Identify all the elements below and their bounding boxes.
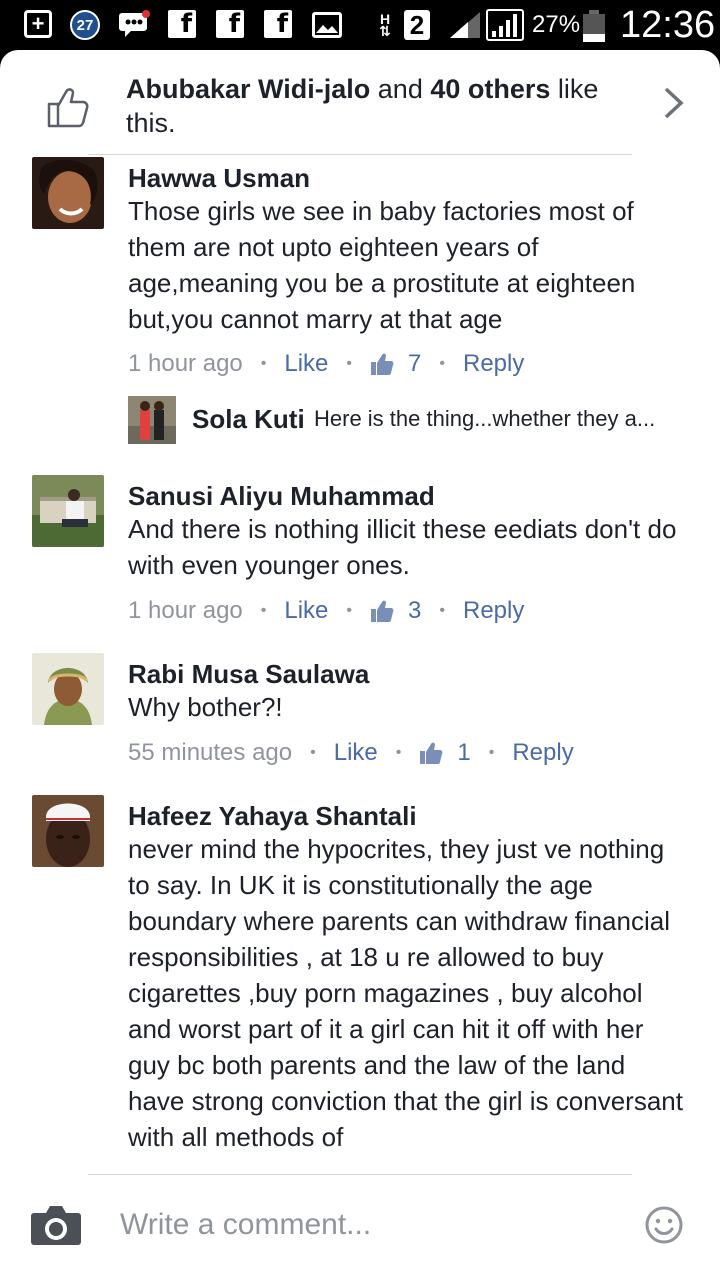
comment-author[interactable]: Hawwa Usman — [128, 162, 310, 194]
likes-summary[interactable]: Abubakar Widi-jalo and 40 others like th… — [0, 50, 720, 156]
others-count[interactable]: 40 others — [430, 74, 550, 104]
clock: 12:36 — [620, 3, 716, 46]
avatar[interactable] — [128, 396, 176, 444]
comment-author[interactable]: Rabi Musa Saulawa — [128, 658, 369, 690]
liker-name[interactable]: Abubakar Widi-jalo — [126, 74, 370, 104]
notification-badge-icon: 27 — [70, 10, 100, 40]
status-bar: + 27 f f f H ⇅ 2 27% 12:36 — [0, 0, 720, 50]
scroll-fade — [0, 1144, 720, 1174]
like-count-icon — [371, 600, 394, 622]
likes-and: and — [370, 74, 431, 104]
separator-dot: • — [260, 355, 267, 372]
comment-time: 55 minutes ago — [128, 739, 293, 766]
battery-percent: 27% — [532, 11, 581, 38]
like-button[interactable]: Like — [284, 348, 328, 380]
emoji-icon[interactable] — [644, 1205, 684, 1245]
signal-icon — [486, 9, 524, 41]
sim2-icon: 2 — [404, 10, 430, 40]
comment-actions: 1 hour ago • Like • 3 • Reply — [128, 595, 524, 627]
comments-sheet: Abubakar Widi-jalo and 40 others like th… — [0, 50, 720, 1280]
comment-composer — [0, 1175, 720, 1280]
comment-text: never mind the hypocrites, they just ve … — [128, 834, 683, 1152]
divider — [88, 154, 632, 155]
comment-text: Why bother?! — [128, 692, 283, 722]
reply-button[interactable]: Reply — [512, 737, 573, 769]
camera-icon[interactable] — [30, 1203, 82, 1247]
avatar[interactable] — [32, 795, 104, 867]
avatar[interactable] — [32, 157, 104, 229]
like-button[interactable]: Like — [334, 737, 378, 769]
like-count[interactable]: 3 — [408, 595, 421, 627]
separator-dot: • — [439, 355, 445, 372]
battery-icon — [583, 10, 605, 42]
separator-dot: • — [260, 602, 267, 619]
avatar[interactable] — [32, 653, 104, 725]
comment-time: 1 hour ago — [128, 597, 243, 624]
like-count-icon — [420, 742, 443, 764]
reply-button[interactable]: Reply — [463, 595, 524, 627]
comment-author[interactable]: Hafeez Yahaya Shantali — [128, 800, 417, 832]
thumbs-up-icon — [47, 88, 89, 128]
separator-dot: • — [395, 744, 402, 761]
like-count[interactable]: 1 — [457, 737, 470, 769]
comment-author[interactable]: Sanusi Aliyu Muhammad — [128, 480, 435, 512]
reply-snippet: Here is the thing...whether they a... — [314, 406, 656, 431]
like-count-icon — [371, 353, 394, 375]
separator-dot: • — [488, 744, 495, 761]
separator-dot: • — [346, 355, 353, 372]
reply-author[interactable]: Sola Kuti — [192, 404, 305, 435]
likes-text: Abubakar Widi-jalo and 40 others like th… — [126, 72, 626, 140]
facebook-icon: f — [216, 9, 244, 39]
facebook-icon: f — [168, 9, 196, 39]
comment-actions: 55 minutes ago • Like • 1 • Reply — [128, 737, 574, 769]
comment-input[interactable] — [120, 1203, 600, 1247]
chevron-right-icon[interactable] — [662, 86, 686, 120]
avatar[interactable] — [32, 475, 104, 547]
comment-text: And there is nothing illicit these eedia… — [128, 514, 677, 580]
separator-dot: • — [310, 744, 316, 761]
separator-dot: • — [439, 602, 445, 619]
comment-actions: 1 hour ago • Like • 7 • Reply — [128, 348, 524, 380]
bbm-icon — [118, 10, 152, 40]
h-data-icon: H ⇅ — [379, 11, 391, 39]
facebook-icon: f — [264, 9, 292, 39]
separator-dot: • — [346, 602, 353, 619]
like-button[interactable]: Like — [284, 595, 328, 627]
image-icon — [312, 12, 342, 38]
signal-icon — [448, 10, 482, 40]
comment-text: Those girls we see in baby factories mos… — [128, 196, 636, 334]
reply-button[interactable]: Reply — [463, 348, 524, 380]
reply-preview[interactable]: Sola Kuti Here is the thing...whether th… — [128, 396, 698, 444]
plus-box-icon: + — [24, 10, 52, 38]
like-count[interactable]: 7 — [408, 348, 421, 380]
comment-time: 1 hour ago — [128, 350, 243, 377]
